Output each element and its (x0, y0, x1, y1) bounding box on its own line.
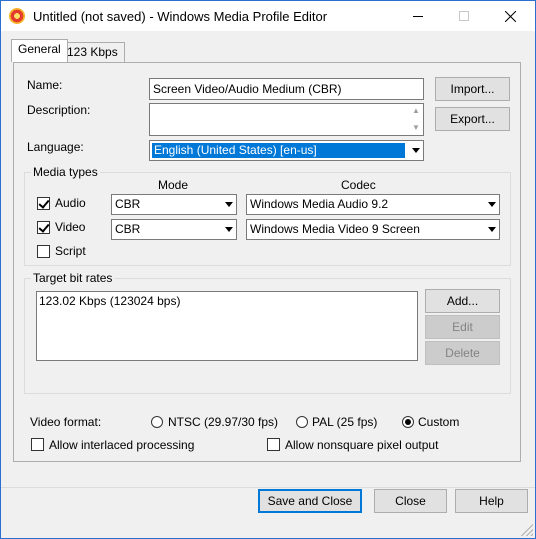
list-item[interactable]: 123.02 Kbps (123024 bps) (39, 294, 415, 308)
video-codec-value: Windows Media Video 9 Screen (250, 222, 420, 236)
media-types-group: Media types Mode Codec Audio CBR Windows… (24, 165, 511, 266)
chevron-down-icon (412, 148, 420, 153)
bit-rates-title: Target bit rates (31, 271, 115, 285)
minimize-icon (413, 15, 423, 17)
audio-mode-value: CBR (115, 197, 141, 211)
profile-editor-window: Untitled (not saved) - Windows Media Pro… (0, 0, 536, 539)
nonsquare-checkbox[interactable] (267, 438, 280, 451)
name-label: Name: (27, 78, 63, 92)
pal-label: PAL (25 fps) (312, 415, 378, 429)
scroll-down-icon[interactable]: ▼ (411, 123, 421, 133)
video-label: Video (55, 220, 86, 234)
description-input[interactable]: ▲ ▼ (149, 103, 424, 136)
media-types-title: Media types (31, 165, 100, 179)
audio-label: Audio (55, 196, 86, 210)
script-label: Script (55, 244, 86, 258)
custom-label: Custom (418, 415, 460, 429)
nonsquare-label: Allow nonsquare pixel output (285, 438, 439, 452)
video-mode-value: CBR (115, 222, 141, 236)
interlaced-label: Allow interlaced processing (49, 438, 195, 452)
codec-header: Codec (341, 178, 376, 192)
video-format-label: Video format: (30, 415, 102, 429)
script-checkbox[interactable] (37, 245, 50, 258)
title-bar[interactable]: Untitled (not saved) - Windows Media Pro… (1, 1, 535, 31)
chevron-down-icon (225, 202, 233, 207)
minimize-button[interactable] (395, 1, 441, 31)
chevron-down-icon (225, 227, 233, 232)
custom-radio[interactable] (402, 416, 414, 428)
audio-codec-select[interactable]: Windows Media Audio 9.2 (246, 194, 500, 215)
delete-bitrate-button[interactable]: Delete (425, 341, 500, 365)
tab-general[interactable]: General (11, 39, 68, 62)
mode-header: Mode (158, 178, 189, 192)
audio-mode-select[interactable]: CBR (111, 194, 237, 215)
app-icon (9, 8, 25, 24)
close-button[interactable]: Close (374, 489, 447, 513)
pal-radio[interactable] (296, 416, 308, 428)
chevron-down-icon (488, 202, 496, 207)
language-value: English (United States) [en-us] (152, 143, 405, 158)
import-button[interactable]: Import... (435, 77, 510, 101)
edit-bitrate-button[interactable]: Edit (425, 315, 500, 339)
video-checkbox[interactable] (37, 221, 50, 234)
ntsc-radio[interactable] (151, 416, 163, 428)
window-title: Untitled (not saved) - Windows Media Pro… (33, 9, 328, 24)
video-codec-select[interactable]: Windows Media Video 9 Screen (246, 219, 500, 240)
save-and-close-button[interactable]: Save and Close (258, 489, 362, 513)
tab-area: General 123 Kbps Name: Screen Video/Audi… (1, 31, 535, 486)
interlaced-checkbox[interactable] (31, 438, 44, 451)
bit-rates-group: Target bit rates 123.02 Kbps (123024 bps… (24, 271, 511, 394)
tab-123-kbps[interactable]: 123 Kbps (60, 42, 125, 62)
footer-separator (1, 487, 535, 488)
chevron-down-icon (488, 227, 496, 232)
audio-codec-value: Windows Media Audio 9.2 (250, 197, 389, 211)
close-window-button[interactable] (487, 1, 533, 31)
video-mode-select[interactable]: CBR (111, 219, 237, 240)
scroll-up-icon[interactable]: ▲ (411, 106, 421, 116)
help-button[interactable]: Help (455, 489, 528, 513)
description-label: Description: (27, 103, 91, 117)
bit-rates-list[interactable]: 123.02 Kbps (123024 bps) (36, 291, 418, 361)
name-input[interactable]: Screen Video/Audio Medium (CBR) (149, 78, 424, 100)
general-panel: Name: Screen Video/Audio Medium (CBR) De… (13, 62, 521, 462)
add-bitrate-button[interactable]: Add... (425, 289, 500, 313)
maximize-button[interactable] (441, 1, 487, 31)
language-select[interactable]: English (United States) [en-us] (149, 140, 424, 161)
ntsc-label: NTSC (29.97/30 fps) (168, 415, 279, 429)
language-label: Language: (27, 140, 84, 154)
close-icon (504, 10, 516, 22)
export-button[interactable]: Export... (435, 107, 510, 131)
resize-grip-icon[interactable] (521, 524, 533, 536)
maximize-icon (459, 11, 469, 21)
audio-checkbox[interactable] (37, 197, 50, 210)
